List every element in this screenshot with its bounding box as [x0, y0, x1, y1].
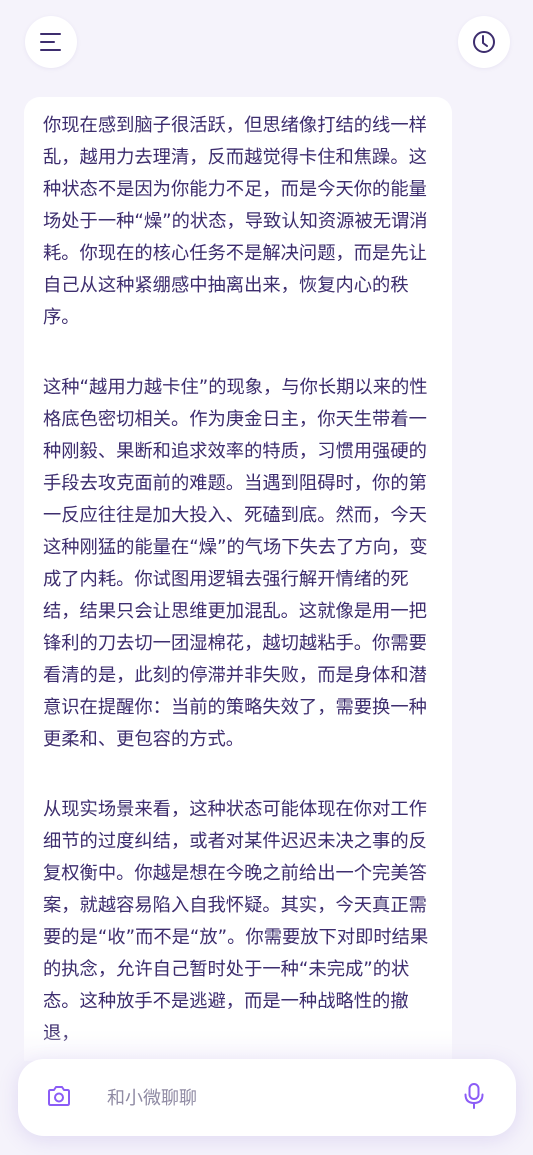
camera-icon — [46, 1084, 72, 1112]
menu-icon — [39, 31, 63, 53]
assistant-message-card: 你现在感到脑子很活跃，但思绪像打结的线一样乱，越用力去理清，反而越觉得卡住和焦躁… — [24, 97, 452, 1061]
camera-button[interactable] — [45, 1085, 73, 1111]
message-paragraph: 这种“越用力越卡住”的现象，与你长期以来的性格底色密切相关。作为庚金日主，你天生… — [43, 377, 428, 750]
history-button[interactable] — [458, 16, 510, 68]
chat-composer — [18, 1059, 516, 1136]
message-paragraph: 从现实场景来看，这种状态可能体现在你对工作细节的过度纠结，或者对某件迟迟未决之事… — [43, 799, 429, 1044]
message-paragraph: 你现在感到脑子很活跃，但思绪像打结的线一样乱，越用力去理清，反而越觉得卡住和焦躁… — [43, 115, 428, 328]
menu-button[interactable] — [25, 16, 77, 68]
message-body: 你现在感到脑子很活跃，但思绪像打结的线一样乱，越用力去理清，反而越觉得卡住和焦躁… — [24, 97, 452, 1050]
microphone-icon — [462, 1082, 486, 1114]
microphone-button[interactable] — [461, 1082, 487, 1114]
chat-input[interactable] — [107, 1079, 437, 1117]
clock-icon — [471, 29, 497, 55]
